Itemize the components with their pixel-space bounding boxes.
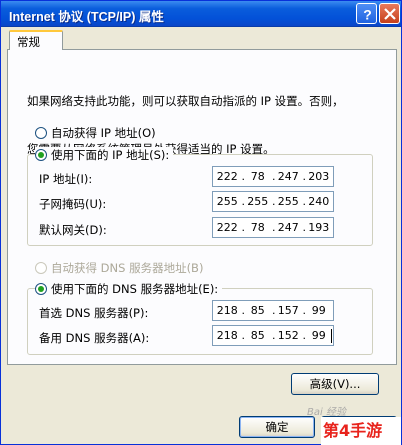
intro-line-1: 如果网络支持此功能，则可以获取自动指派的 IP 设置。否则， (27, 94, 344, 108)
advanced-button[interactable]: 高级(V)... (291, 373, 379, 395)
gateway-octet-3[interactable]: 247 (274, 221, 303, 234)
pdns-octet-1[interactable]: 218 (213, 304, 242, 317)
radio-manual-ip[interactable]: 使用下面的 IP 地址(S): (35, 147, 174, 163)
pdns-octet-2[interactable]: 85 (244, 304, 273, 317)
radio-auto-dns[interactable]: 自动获得 DNS 服务器地址(B) (35, 260, 203, 276)
close-icon-cross (384, 8, 396, 20)
gateway-octet-2[interactable]: 78 (244, 221, 273, 234)
ip-address-label: IP 地址(I): (39, 172, 93, 186)
preferred-dns-input[interactable]: 218. 85. 157. 99 (212, 300, 334, 321)
ip-octet-3[interactable]: 247 (274, 170, 303, 183)
gateway-label: 默认网关(D): (39, 223, 107, 237)
ok-button[interactable]: 确定 (239, 416, 315, 438)
help-glyph: ? (363, 7, 372, 23)
radio-manual-ip-circle[interactable] (35, 149, 47, 161)
subnet-octet-2[interactable]: 255 (244, 195, 273, 208)
radio-auto-ip[interactable]: 自动获得 IP 地址(O) (35, 125, 156, 141)
close-button[interactable] (379, 3, 400, 24)
subnet-mask-input[interactable]: 255. 255. 255. 240 (212, 191, 334, 212)
adns-octet-3[interactable]: 152 (274, 329, 303, 342)
gateway-octet-4[interactable]: 193 (305, 221, 334, 234)
adns-octet-4[interactable]: 99 (305, 329, 334, 342)
alternate-dns-label: 备用 DNS 服务器(A): (39, 331, 150, 345)
gateway-octet-1[interactable]: 222 (213, 221, 242, 234)
preferred-dns-label: 首选 DNS 服务器(P): (39, 306, 149, 320)
window-title: Internet 协议 (TCP/IP) 属性 (9, 10, 164, 24)
subnet-octet-4[interactable]: 240 (305, 195, 334, 208)
pdns-octet-4[interactable]: 99 (305, 304, 334, 317)
tab-general[interactable]: 常规 (9, 30, 63, 50)
radio-manual-dns-label: 使用下面的 DNS 服务器地址(E): (51, 282, 219, 296)
question-icon: ? (363, 7, 372, 23)
text-caret (331, 329, 332, 343)
radio-auto-dns-circle[interactable] (35, 262, 47, 274)
adns-octet-1[interactable]: 218 (213, 329, 242, 342)
radio-manual-ip-label: 使用下面的 IP 地址(S): (51, 148, 170, 162)
ip-address-input[interactable]: 222. 78. 247. 203 (212, 166, 334, 187)
pdns-octet-3[interactable]: 157 (274, 304, 303, 317)
dialog-window: Internet 协议 (TCP/IP) 属性 ? 常规 如果网络支持此功能，则… (0, 0, 402, 445)
help-button[interactable]: ? (356, 3, 377, 24)
radio-manual-dns[interactable]: 使用下面的 DNS 服务器地址(E): (35, 281, 223, 297)
radio-auto-dns-label: 自动获得 DNS 服务器地址(B) (51, 261, 204, 275)
ip-octet-4[interactable]: 203 (305, 170, 334, 183)
subnet-octet-3[interactable]: 255 (274, 195, 303, 208)
subnet-mask-label: 子网掩码(U): (39, 197, 107, 211)
ip-octet-2[interactable]: 78 (244, 170, 273, 183)
radio-auto-ip-circle[interactable] (35, 127, 47, 139)
subnet-octet-1[interactable]: 255 (213, 195, 242, 208)
gateway-input[interactable]: 222. 78. 247. 193 (212, 217, 334, 238)
adns-octet-2[interactable]: 85 (244, 329, 273, 342)
close-icon (384, 8, 396, 20)
radio-manual-dns-circle[interactable] (35, 283, 47, 295)
ip-octet-1[interactable]: 222 (213, 170, 242, 183)
brand-logo: 第4手游 (321, 417, 401, 445)
title-bar[interactable]: Internet 协议 (TCP/IP) 属性 ? (1, 1, 401, 27)
radio-auto-ip-label: 自动获得 IP 地址(O) (51, 126, 156, 140)
alternate-dns-input[interactable]: 218. 85. 152. 99 (212, 325, 334, 346)
